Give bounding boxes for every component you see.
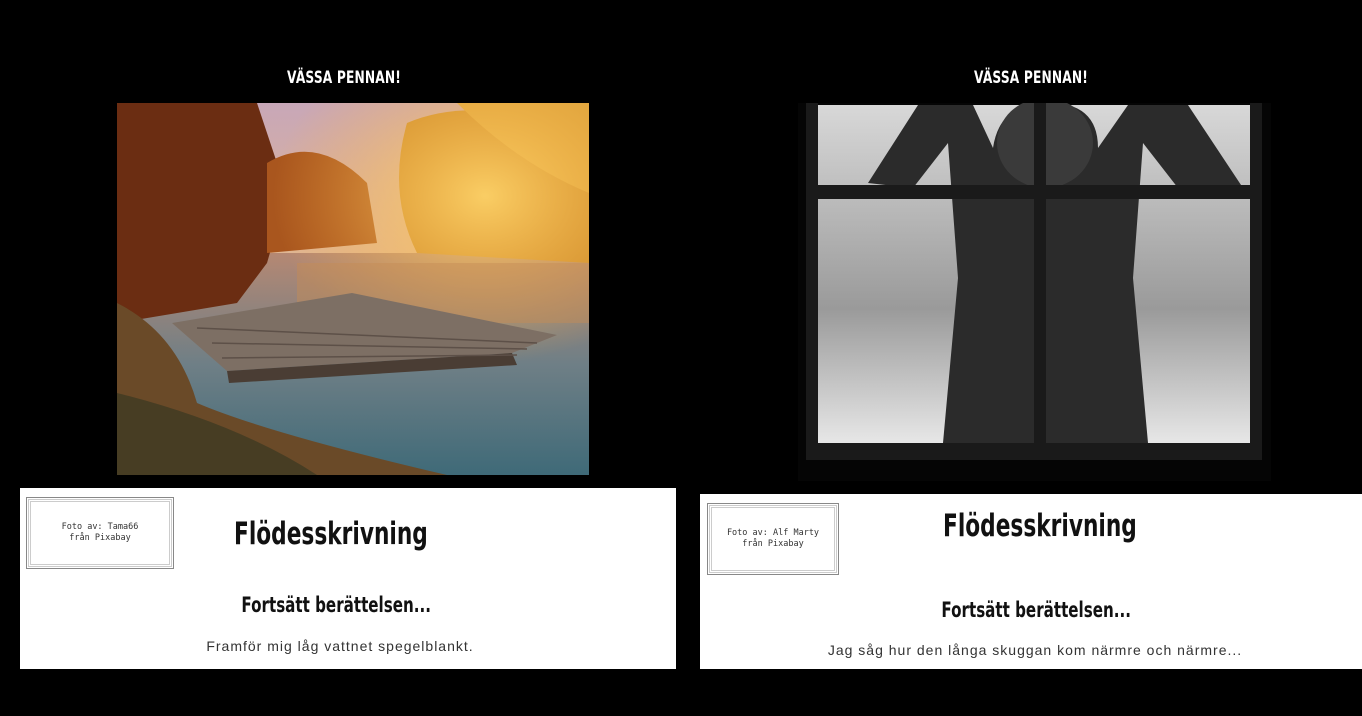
card-title: Flödesskrivning bbox=[943, 508, 1137, 544]
card-subtitle: Fortsätt berättelsen... bbox=[241, 593, 431, 617]
prompt-card-right: Foto av: Alf Marty från Pixabay Flödessk… bbox=[700, 494, 1362, 669]
prompt-card-left: Foto av: Tama66 från Pixabay Flödesskriv… bbox=[20, 488, 676, 669]
card-prompt-text: Jag såg hur den långa skuggan kom närmre… bbox=[827, 642, 1243, 658]
card-title: Flödesskrivning bbox=[234, 516, 428, 552]
photo-credit-box: Foto av: Tama66 från Pixabay bbox=[26, 497, 174, 569]
card-subtitle: Fortsätt berättelsen... bbox=[941, 598, 1131, 622]
lake-dock-photo bbox=[117, 103, 589, 475]
window-shadow-photo bbox=[798, 103, 1271, 481]
credit-line-1: Foto av: Alf Marty bbox=[726, 528, 820, 538]
credit-line-1: Foto av: Tama66 bbox=[61, 522, 139, 532]
credit-line-2: från Pixabay bbox=[742, 539, 804, 549]
panel-header: VÄSSA PENNAN! bbox=[287, 68, 401, 88]
panel-header: VÄSSA PENNAN! bbox=[974, 68, 1088, 88]
credit-line-2: från Pixabay bbox=[69, 533, 131, 543]
card-prompt-text: Framför mig låg vattnet spegelblankt. bbox=[206, 638, 474, 654]
photo-credit-box: Foto av: Alf Marty från Pixabay bbox=[707, 503, 839, 575]
